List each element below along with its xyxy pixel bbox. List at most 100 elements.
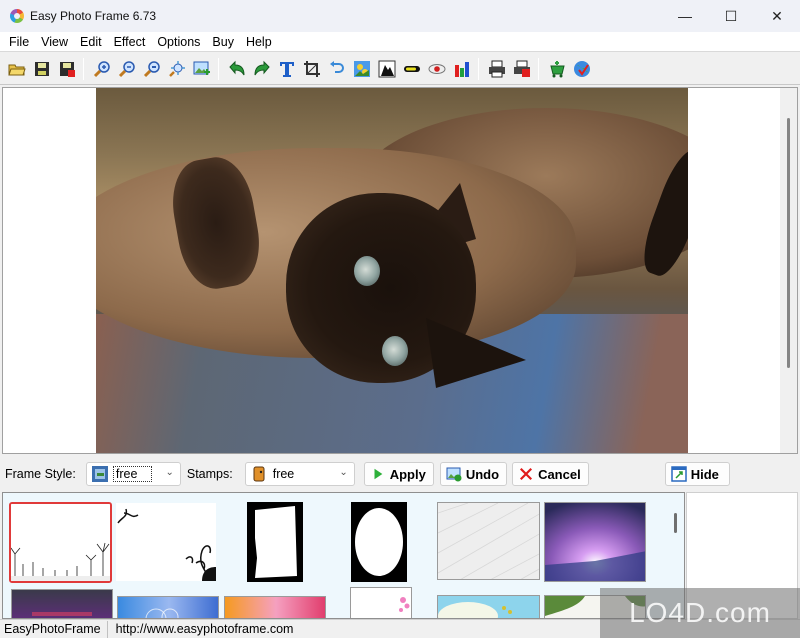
web-button[interactable] <box>569 57 594 81</box>
scrollbar-thumb[interactable] <box>787 118 790 368</box>
save-as-button[interactable] <box>54 57 79 81</box>
frame-thumbnail-purple-dark[interactable] <box>11 589 113 618</box>
undo-frame-button[interactable]: Undo <box>439 462 508 486</box>
hide-button[interactable]: Hide <box>664 462 730 486</box>
crop-icon <box>303 60 320 77</box>
frame-thumbnail-blue-bubbles[interactable] <box>117 596 219 618</box>
levels-icon <box>378 60 395 77</box>
play-icon <box>370 466 386 482</box>
toolbar-separator <box>83 57 84 80</box>
scrollbar-thumb[interactable] <box>674 513 677 533</box>
frame-thumbnail-dandelion[interactable] <box>9 502 112 583</box>
frame-thumbnail-gray-texture[interactable] <box>437 502 540 580</box>
redo-button[interactable] <box>249 57 274 81</box>
status-app-name: EasyPhotoFrame <box>0 620 108 638</box>
print-setup-icon <box>513 60 530 77</box>
zoom-in-icon <box>93 60 110 77</box>
menu-bar: File View Edit Effect Options Buy Help <box>0 32 800 52</box>
frame-thumbnail-sky-blue[interactable] <box>437 595 540 618</box>
frame-thumbnail-pink-floral[interactable] <box>350 587 412 618</box>
zoom-fit-icon <box>143 60 160 77</box>
open-button[interactable] <box>4 57 29 81</box>
hide-panel-icon <box>670 466 687 482</box>
chevron-down-icon: ⌄ <box>339 467 348 478</box>
cancel-button[interactable]: Cancel <box>512 462 589 486</box>
rotate-button[interactable] <box>324 57 349 81</box>
save-button[interactable] <box>29 57 54 81</box>
buy-cart-icon <box>549 60 565 77</box>
cancel-label: Cancel <box>538 466 581 482</box>
brightness-button[interactable] <box>399 57 424 81</box>
menu-effect[interactable]: Effect <box>108 32 152 52</box>
zoom-fit-button[interactable] <box>139 57 164 81</box>
adjust-image-icon <box>353 60 370 77</box>
save-icon <box>34 61 49 76</box>
stamps-value: free <box>272 467 295 481</box>
stamp-icon <box>251 466 267 482</box>
text-icon <box>279 61 294 77</box>
title-bar: Easy Photo Frame 6.73 — ☐ ✕ <box>0 0 800 32</box>
zoom-actual-icon <box>168 60 185 77</box>
frame-thumbnail-orange-pink[interactable] <box>224 596 326 618</box>
histogram-button[interactable] <box>449 57 474 81</box>
zoom-out-button[interactable] <box>114 57 139 81</box>
menu-help[interactable]: Help <box>240 32 278 52</box>
maximize-button[interactable]: ☐ <box>708 0 754 32</box>
menu-buy[interactable]: Buy <box>206 32 240 52</box>
toolbar-separator <box>218 57 219 80</box>
chevron-down-icon: ⌄ <box>165 467 174 478</box>
crop-button[interactable] <box>299 57 324 81</box>
insert-image-button[interactable] <box>189 57 214 81</box>
histogram-icon <box>454 61 469 77</box>
insert-image-icon <box>193 61 210 75</box>
frame-style-dropdown[interactable]: free ⌄ <box>85 462 181 486</box>
cat-eye <box>382 336 408 366</box>
zoom-in-button[interactable] <box>89 57 114 81</box>
canvas-vertical-scrollbar[interactable] <box>780 88 797 453</box>
frame-style-icon <box>91 466 108 482</box>
levels-button[interactable] <box>374 57 399 81</box>
menu-view[interactable]: View <box>35 32 74 52</box>
frame-thumbnail-torn-edge[interactable] <box>247 502 303 582</box>
stamps-dropdown[interactable]: free ⌄ <box>244 462 355 486</box>
toolbar <box>0 53 800 85</box>
frame-thumbnail-swirl[interactable] <box>116 503 216 581</box>
web-icon <box>573 60 590 77</box>
frame-thumbnail-purple-burst[interactable] <box>544 502 646 582</box>
photo-preview <box>96 88 688 453</box>
buy-button[interactable] <box>544 57 569 81</box>
frame-thumbnail-cloud-mask[interactable] <box>351 502 407 582</box>
apply-label: Apply <box>389 466 426 482</box>
brightness-icon <box>403 65 420 72</box>
print-button[interactable] <box>484 57 509 81</box>
image-canvas[interactable] <box>2 87 798 454</box>
menu-options[interactable]: Options <box>151 32 206 52</box>
stamps-label: Stamps: <box>186 467 233 481</box>
cat-eye <box>354 256 380 286</box>
redo-icon <box>254 60 270 75</box>
minimize-button[interactable]: — <box>662 0 708 32</box>
red-eye-button[interactable] <box>424 57 449 81</box>
watermark: LO4D.com <box>600 588 800 638</box>
app-logo-icon <box>10 9 24 23</box>
window-title: Easy Photo Frame 6.73 <box>30 9 157 23</box>
frame-options-bar: Frame Style: free ⌄ Stamps: free ⌄ Apply… <box>0 456 800 492</box>
undo-image-icon <box>446 466 462 482</box>
apply-button[interactable]: Apply <box>363 462 434 486</box>
undo-button[interactable] <box>224 57 249 81</box>
rotate-icon <box>329 60 344 73</box>
zoom-actual-button[interactable] <box>164 57 189 81</box>
close-button[interactable]: ✕ <box>754 0 800 32</box>
undo-label: Undo <box>465 466 500 482</box>
print-setup-button[interactable] <box>509 57 534 81</box>
hide-label: Hide <box>690 466 719 482</box>
print-icon <box>488 60 505 77</box>
zoom-out-icon <box>118 60 135 77</box>
text-button[interactable] <box>274 57 299 81</box>
status-url: http://www.easyphotoframe.com <box>115 621 294 636</box>
open-icon <box>7 64 26 75</box>
menu-edit[interactable]: Edit <box>74 32 108 52</box>
toolbar-separator <box>478 57 479 80</box>
menu-file[interactable]: File <box>3 32 35 52</box>
adjust-image-button[interactable] <box>349 57 374 81</box>
